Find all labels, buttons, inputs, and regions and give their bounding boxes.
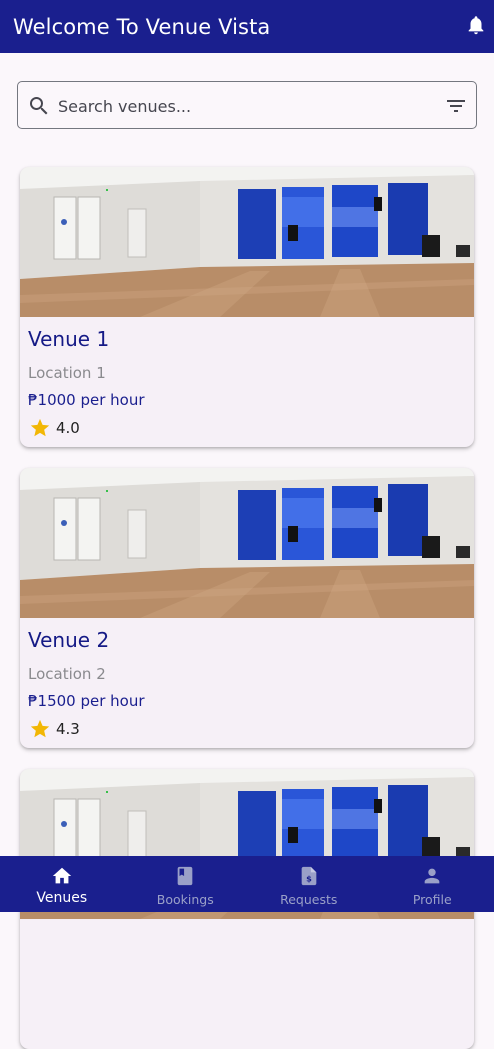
venue-name: Venue 2 <box>28 628 109 652</box>
star-icon <box>29 718 51 740</box>
document-dollar-icon: $ <box>298 865 320 887</box>
bottom-navigation: Venues Bookings $ Requests Profile <box>0 856 494 912</box>
search-icon <box>27 94 51 118</box>
venue-card[interactable]: Venue 2 Location 2 ₱1500 per hour 4.3 <box>20 468 474 748</box>
home-icon <box>51 865 73 887</box>
app-title: Welcome To Venue Vista <box>13 15 481 39</box>
person-icon <box>421 865 443 887</box>
star-icon <box>29 417 51 439</box>
venue-name: Venue 1 <box>28 327 109 351</box>
venue-location: Location 2 <box>28 665 106 683</box>
nav-label: Profile <box>413 892 452 907</box>
nav-label: Requests <box>280 892 337 907</box>
book-icon <box>174 865 196 887</box>
venue-image <box>20 167 474 317</box>
venue-rating: 4.3 <box>56 720 80 738</box>
venue-price: ₱1000 per hour <box>28 391 145 409</box>
search-bar <box>17 81 477 129</box>
nav-item-profile[interactable]: Profile <box>371 856 494 912</box>
venue-card[interactable]: Venue 1 Location 1 ₱1000 per hour 4.0 <box>20 167 474 447</box>
nav-item-venues[interactable]: Venues <box>0 856 124 912</box>
filter-icon[interactable] <box>444 94 468 118</box>
nav-label: Bookings <box>157 892 214 907</box>
nav-item-bookings[interactable]: Bookings <box>124 856 248 912</box>
nav-label: Venues <box>36 890 87 906</box>
venue-price: ₱1500 per hour <box>28 692 145 710</box>
nav-item-requests[interactable]: $ Requests <box>247 856 371 912</box>
venue-image <box>20 468 474 618</box>
search-input[interactable] <box>56 88 440 124</box>
bell-icon[interactable] <box>465 14 487 36</box>
venue-location: Location 1 <box>28 364 106 382</box>
app-bar: Welcome To Venue Vista <box>0 0 494 53</box>
venue-rating: 4.0 <box>56 419 80 437</box>
svg-text:$: $ <box>306 874 312 884</box>
